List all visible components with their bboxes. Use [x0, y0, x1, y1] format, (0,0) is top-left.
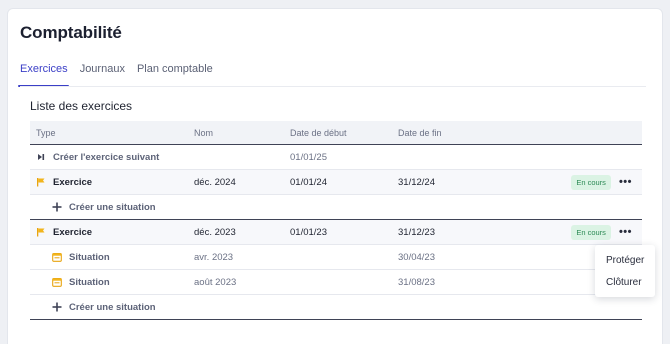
- situation-type: Situation: [69, 276, 110, 288]
- create-next-exercice-label[interactable]: Créer l'exercice suivant: [53, 152, 159, 163]
- create-situation-row[interactable]: Créer une situation: [30, 295, 642, 320]
- row-nom: déc. 2023: [194, 226, 236, 238]
- table-header: Type Nom Date de début Date de fin: [30, 121, 642, 145]
- situation-fin: 30/04/23: [398, 251, 435, 263]
- tab-journaux[interactable]: Journaux: [80, 61, 125, 87]
- row-fin: 31/12/24: [398, 176, 435, 188]
- situation-fin: 31/08/23: [398, 276, 435, 288]
- row-debut: 01/01/24: [290, 176, 327, 188]
- situation-type: Situation: [69, 251, 110, 263]
- row-debut: 01/01/23: [290, 226, 327, 238]
- situation-nom: avr. 2023: [194, 251, 234, 263]
- status-badge: En cours: [571, 174, 611, 190]
- table-row[interactable]: Exercice déc. 2024 01/01/24 31/12/24 En …: [30, 170, 642, 195]
- tab-exercices[interactable]: Exercices: [18, 61, 69, 87]
- menu-item-proteger[interactable]: Protéger: [595, 252, 655, 274]
- next-debut: 01/01/25: [290, 151, 327, 163]
- situation-row[interactable]: Situation août 2023 31/08/23: [30, 270, 642, 295]
- create-situation-row[interactable]: Créer une situation: [30, 195, 642, 220]
- context-menu: Protéger Clôturer: [595, 245, 655, 297]
- flag-icon: [36, 227, 46, 237]
- plus-icon: [52, 202, 62, 212]
- more-options-button[interactable]: •••: [619, 177, 632, 188]
- flag-icon: [36, 177, 46, 187]
- page-title: Comptabilité: [20, 23, 122, 42]
- row-fin: 31/12/23: [398, 226, 435, 238]
- row-type: Exercice: [53, 226, 93, 238]
- create-situation-label[interactable]: Créer une situation: [69, 202, 156, 213]
- create-next-exercice-row[interactable]: Créer l'exercice suivant 01/01/25: [30, 145, 642, 170]
- calendar-icon: [52, 277, 62, 287]
- header-debut: Date de début: [290, 127, 347, 138]
- header-fin: Date de fin: [398, 127, 442, 138]
- main-card: Comptabilité Exercices Journaux Plan com…: [7, 8, 663, 344]
- header-nom: Nom: [194, 127, 214, 138]
- row-nom: déc. 2024: [194, 176, 236, 188]
- exercices-table: Type Nom Date de début Date de fin Créer…: [30, 121, 642, 320]
- situation-nom: août 2023: [194, 276, 237, 288]
- plus-icon: [52, 302, 62, 312]
- row-type: Exercice: [53, 176, 93, 188]
- tab-plan-comptable[interactable]: Plan comptable: [137, 61, 213, 87]
- skip-next-icon: [36, 152, 46, 162]
- more-options-button[interactable]: •••: [619, 227, 632, 238]
- calendar-icon: [52, 252, 62, 262]
- section-title: Liste des exercices: [30, 99, 133, 113]
- table-row[interactable]: Exercice déc. 2023 01/01/23 31/12/23 En …: [30, 220, 642, 245]
- status-badge: En cours: [571, 224, 611, 240]
- situation-row[interactable]: Situation avr. 2023 30/04/23: [30, 245, 642, 270]
- tab-bar: Exercices Journaux Plan comptable: [18, 61, 225, 87]
- header-type: Type: [36, 127, 56, 138]
- tabs-divider: [20, 86, 646, 87]
- create-situation-label[interactable]: Créer une situation: [69, 302, 156, 313]
- menu-item-cloturer[interactable]: Clôturer: [595, 274, 655, 296]
